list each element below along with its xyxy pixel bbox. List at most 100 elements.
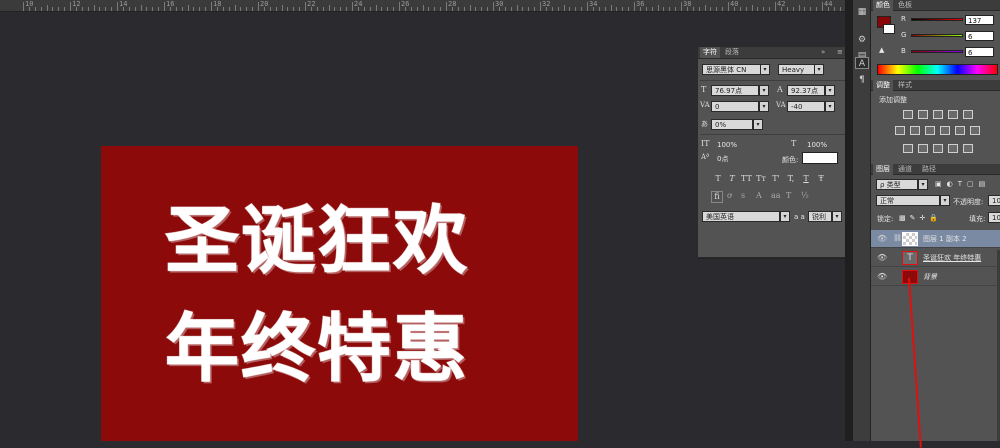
ligature-icon[interactable]: fi: [711, 191, 723, 203]
fill-input[interactable]: 100: [988, 212, 1000, 223]
channel-mixer-icon[interactable]: [955, 126, 965, 135]
layer-name[interactable]: 圣诞狂欢 年终特惠: [923, 253, 999, 263]
titling-icon[interactable]: aa: [771, 191, 781, 200]
exposure-icon[interactable]: [948, 110, 958, 119]
ruler-tick: [722, 7, 724, 11]
fraction-icon[interactable]: ½: [801, 191, 809, 200]
canvas-text-line2[interactable]: 年终特惠: [165, 312, 469, 387]
black-white-icon[interactable]: [925, 126, 935, 135]
tab-paragraph[interactable]: 段落: [722, 47, 742, 58]
text-color-swatch[interactable]: [802, 152, 838, 164]
invert-icon[interactable]: [903, 144, 913, 153]
superscript-button[interactable]: T': [771, 174, 781, 183]
blend-mode-select[interactable]: 正常: [876, 195, 940, 206]
posterize-icon[interactable]: [918, 144, 928, 153]
curves-icon[interactable]: [933, 110, 943, 119]
document-canvas[interactable]: 圣诞狂欢 年终特惠: [101, 146, 578, 441]
ruler-tick: [381, 7, 383, 11]
threshold-icon[interactable]: [933, 144, 943, 153]
hue-sat-icon[interactable]: [895, 126, 905, 135]
b-slider[interactable]: [911, 50, 963, 53]
layer-kind-dropdown-icon[interactable]: ▾: [918, 179, 928, 190]
levels-icon[interactable]: [918, 110, 928, 119]
ordinal-icon[interactable]: T: [786, 191, 791, 200]
layer-filter-icons[interactable]: ▣◐T▢▤: [935, 180, 990, 188]
visibility-eye-icon[interactable]: 👁: [877, 272, 887, 281]
anti-alias-select[interactable]: 锐利: [808, 211, 832, 222]
actions-icon[interactable]: ⚙: [855, 34, 869, 46]
canvas-text-line1[interactable]: 圣诞狂欢: [165, 204, 469, 279]
blend-mode-dropdown-icon[interactable]: ▾: [940, 195, 950, 206]
tab-character[interactable]: 字符: [700, 47, 720, 58]
kerning-input[interactable]: 0: [711, 101, 759, 112]
ruler-tick: [234, 5, 236, 11]
tracking-dropdown-icon[interactable]: ▾: [825, 101, 835, 112]
tab-color[interactable]: 颜色: [873, 0, 893, 11]
color-spectrum-bar[interactable]: [877, 64, 998, 75]
stylistic-icon[interactable]: A: [756, 191, 762, 200]
gradient-map-icon[interactable]: [948, 144, 958, 153]
kerning-dropdown-icon[interactable]: ▾: [759, 101, 769, 112]
horizontal-scale-input[interactable]: 100%: [803, 139, 837, 150]
font-size-dropdown-icon[interactable]: ▾: [759, 85, 769, 96]
history-icon[interactable]: ▦: [855, 6, 869, 18]
tsume-input[interactable]: 0%: [711, 119, 753, 130]
layer-row[interactable]: 👁 背景: [871, 268, 1000, 286]
tab-swatches[interactable]: 色板: [895, 0, 915, 11]
photo-filter-icon[interactable]: [940, 126, 950, 135]
layer-row[interactable]: 👁 ⛓ 图层 1 副本 2: [871, 230, 1000, 248]
collapse-icon[interactable]: »: [818, 47, 828, 58]
alternates-icon[interactable]: ơ: [727, 191, 732, 200]
brightness-icon[interactable]: [903, 110, 913, 119]
background-color-swatch[interactable]: [883, 24, 895, 34]
small-caps-button[interactable]: Tт: [756, 174, 766, 183]
subscript-button[interactable]: T,: [786, 174, 796, 183]
visibility-eye-icon[interactable]: 👁: [877, 234, 887, 243]
layer-name[interactable]: 图层 1 副本 2: [923, 234, 999, 244]
underline-button[interactable]: T: [801, 174, 811, 183]
r-input[interactable]: 137: [965, 15, 994, 25]
vibrance-icon[interactable]: [963, 110, 973, 119]
layer-name[interactable]: 背景: [923, 272, 999, 282]
color-balance-icon[interactable]: [910, 126, 920, 135]
layer-kind-filter[interactable]: ρ 类型: [876, 179, 918, 190]
tab-channels[interactable]: 通道: [895, 164, 915, 175]
ruler-tick: [258, 2, 259, 11]
language-dropdown-icon[interactable]: ▾: [780, 211, 790, 222]
g-input[interactable]: 6: [965, 31, 994, 41]
tab-adjustments[interactable]: 调整: [873, 80, 893, 91]
strikethrough-button[interactable]: Ŧ: [816, 174, 826, 183]
anti-alias-dropdown-icon[interactable]: ▾: [832, 211, 842, 222]
b-input[interactable]: 6: [965, 47, 994, 57]
warning-icon[interactable]: ▲: [879, 46, 884, 54]
font-size-input[interactable]: 76.97点: [711, 85, 759, 96]
swash-icon[interactable]: s: [741, 191, 745, 200]
opacity-input[interactable]: 100: [988, 195, 1000, 206]
font-family-select[interactable]: 思源黑体 CN: [702, 64, 764, 75]
selective-color-icon[interactable]: [963, 144, 973, 153]
r-slider[interactable]: [911, 18, 963, 21]
layer-row[interactable]: 👁 T 圣诞狂欢 年终特惠: [871, 249, 1000, 267]
ruler-tick: [263, 7, 265, 11]
faux-bold-button[interactable]: T: [713, 174, 723, 183]
font-family-dropdown-icon[interactable]: ▾: [760, 64, 770, 75]
baseline-shift-input[interactable]: 0点: [713, 153, 747, 164]
vertical-scale-input[interactable]: 100%: [713, 139, 747, 150]
paragraph-icon[interactable]: ¶: [855, 74, 869, 86]
character-icon[interactable]: A: [855, 57, 869, 69]
faux-italic-button[interactable]: T: [727, 174, 737, 183]
tsume-dropdown-icon[interactable]: ▾: [753, 119, 763, 130]
tracking-input[interactable]: -40: [787, 101, 825, 112]
visibility-eye-icon[interactable]: 👁: [877, 253, 887, 262]
color-lookup-icon[interactable]: [970, 126, 980, 135]
leading-input[interactable]: 92.37点: [787, 85, 825, 96]
lock-icons[interactable]: ▩✎✛🔒: [899, 214, 942, 222]
g-slider[interactable]: [911, 34, 963, 37]
leading-dropdown-icon[interactable]: ▾: [825, 85, 835, 96]
tab-paths[interactable]: 路径: [919, 164, 939, 175]
language-select[interactable]: 美国英语: [702, 211, 780, 222]
tab-styles[interactable]: 样式: [895, 80, 915, 91]
all-caps-button[interactable]: TT: [741, 174, 752, 183]
font-style-dropdown-icon[interactable]: ▾: [814, 64, 824, 75]
tab-layers[interactable]: 图层: [873, 164, 893, 175]
